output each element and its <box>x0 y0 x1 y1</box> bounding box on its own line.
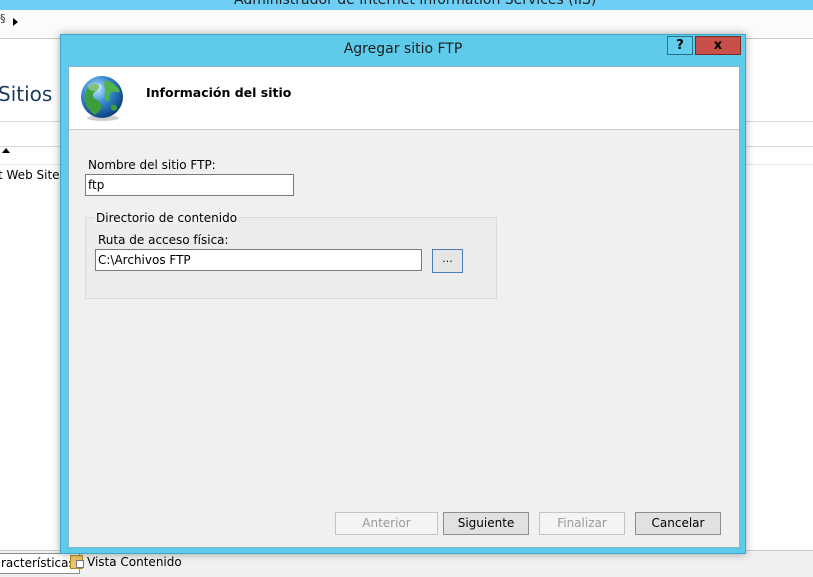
physical-path-input[interactable] <box>95 249 422 271</box>
add-ftp-site-dialog: Agregar sitio FTP ? x Información del si… <box>60 34 746 554</box>
dialog-title: Agregar sitio FTP <box>343 41 463 57</box>
content-view-icon <box>70 555 84 569</box>
dialog-content: Información del sitio Nombre del sitio F… <box>68 66 740 548</box>
dialog-header: Información del sitio <box>69 67 739 130</box>
tab-content-view-label: Vista Contenido <box>87 555 182 569</box>
next-button[interactable]: Siguiente <box>443 512 529 535</box>
sites-heading: Sitios <box>0 82 53 106</box>
tab-content-view[interactable]: Vista Contenido <box>70 555 182 569</box>
close-button[interactable]: x <box>695 36 741 55</box>
nav-separator: § <box>0 12 6 25</box>
background-window-title: Administrador de Internet Information Se… <box>234 0 597 8</box>
site-name-input[interactable] <box>85 174 294 196</box>
nav-arrow-icon[interactable] <box>13 18 18 26</box>
background-window-titlebar: Administrador de Internet Information Se… <box>0 0 813 10</box>
site-list-item[interactable]: t Web Site <box>0 168 60 182</box>
content-directory-group-title: Directorio de contenido <box>94 211 240 225</box>
sort-ascending-icon[interactable] <box>2 148 10 153</box>
finish-button[interactable]: Finalizar <box>539 512 625 535</box>
globe-icon <box>81 76 123 121</box>
help-button[interactable]: ? <box>667 36 693 55</box>
site-name-label: Nombre del sitio FTP: <box>88 158 216 172</box>
tab-features-view[interactable]: racterísticas <box>0 553 80 574</box>
section-title: Información del sitio <box>146 85 292 100</box>
previous-button[interactable]: Anterior <box>335 512 438 535</box>
browse-button[interactable]: ... <box>432 249 463 273</box>
physical-path-label: Ruta de acceso física: <box>98 233 229 247</box>
cancel-button[interactable]: Cancelar <box>635 512 721 535</box>
